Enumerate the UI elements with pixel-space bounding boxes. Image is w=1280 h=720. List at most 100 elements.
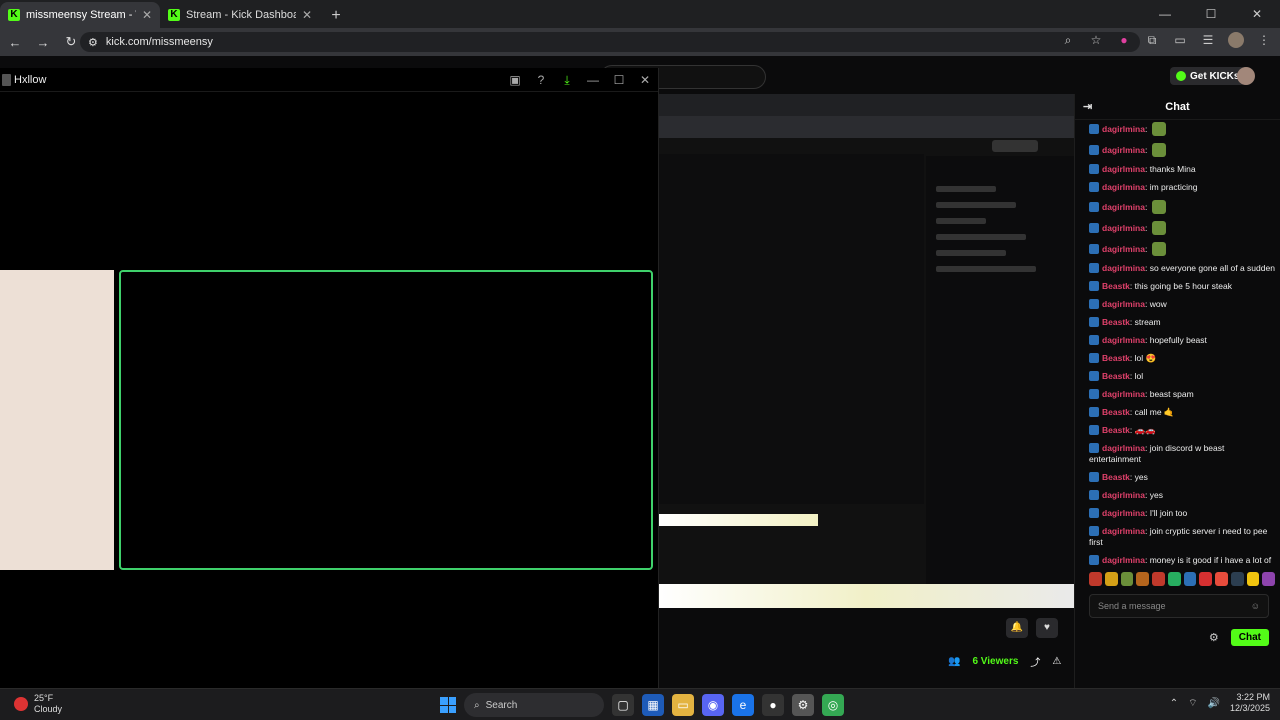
- download-icon[interactable]: ⤓: [554, 73, 580, 88]
- app-toolbar: ▣ ? ⤓ — ☐ ✕: [502, 68, 658, 92]
- chat-message: dagirlmina:: [1089, 122, 1275, 136]
- taskbar-search[interactable]: ⌕ Search: [464, 693, 604, 717]
- new-tab-button[interactable]: +: [324, 4, 348, 28]
- nested-chat-line: [936, 250, 1006, 256]
- emote-icon[interactable]: [1120, 572, 1134, 586]
- chat-username[interactable]: dagirlmina: [1102, 526, 1145, 536]
- chat-username[interactable]: dagirlmina: [1102, 263, 1145, 273]
- chat-username[interactable]: Beastk: [1102, 425, 1130, 435]
- speaker-icon[interactable]: 🔊: [1208, 698, 1220, 709]
- chat-username[interactable]: dagirlmina: [1102, 555, 1145, 565]
- obs-icon[interactable]: ●: [762, 694, 784, 716]
- chat-username[interactable]: dagirlmina: [1102, 202, 1145, 212]
- close-icon[interactable]: ✕: [632, 73, 658, 87]
- chat-username[interactable]: Beastk: [1102, 371, 1130, 381]
- share-icon[interactable]: ⤴: [1030, 654, 1040, 669]
- windows-start-icon[interactable]: [440, 697, 456, 713]
- menu-lines-icon[interactable]: ☰: [1200, 33, 1216, 47]
- chat-username[interactable]: dagirlmina: [1102, 244, 1145, 254]
- edge-icon[interactable]: e: [732, 694, 754, 716]
- forward-icon[interactable]: →: [36, 35, 50, 50]
- heart-icon[interactable]: ♥: [1036, 618, 1058, 638]
- chat-username[interactable]: Beastk: [1102, 281, 1130, 291]
- clock[interactable]: 3:22 PM 12/3/2025: [1230, 692, 1270, 714]
- inbox-icon[interactable]: ▣: [502, 73, 528, 87]
- zoom-icon[interactable]: ⌕: [1060, 33, 1076, 48]
- profile-avatar[interactable]: [1228, 32, 1244, 48]
- chat-username[interactable]: dagirlmina: [1102, 124, 1145, 134]
- cast-icon[interactable]: ▭: [1172, 33, 1188, 47]
- capture-frame[interactable]: [119, 270, 653, 570]
- weather-widget[interactable]: 25°F Cloudy: [14, 693, 62, 715]
- chat-username[interactable]: dagirlmina: [1102, 145, 1145, 155]
- chat-username[interactable]: Beastk: [1102, 472, 1130, 482]
- chat-username[interactable]: Beastk: [1102, 407, 1130, 417]
- emote-icon[interactable]: [1152, 572, 1165, 586]
- tab-dashboard[interactable]: K Stream - Kick Dashboard ✕: [160, 2, 320, 28]
- discord-icon[interactable]: ◉: [702, 694, 724, 716]
- collapse-chat-icon[interactable]: ⇥: [1083, 100, 1092, 113]
- emote-icon[interactable]: [1167, 572, 1181, 586]
- nested-chat-line: [936, 202, 1016, 208]
- chat-input[interactable]: Send a message ☺: [1089, 594, 1269, 618]
- chat-username[interactable]: dagirlmina: [1102, 299, 1145, 309]
- chat-message: dagirlmina:: [1089, 143, 1275, 157]
- extensions-icon[interactable]: ⧉: [1144, 33, 1160, 48]
- chat-username[interactable]: dagirlmina: [1102, 490, 1145, 500]
- chat-username[interactable]: dagirlmina: [1102, 443, 1145, 453]
- chat-username[interactable]: dagirlmina: [1102, 508, 1145, 518]
- chat-username[interactable]: dagirlmina: [1102, 223, 1145, 233]
- chat-username[interactable]: dagirlmina: [1102, 335, 1145, 345]
- maximize-icon[interactable]: ☐: [1188, 0, 1234, 28]
- badge-icon: [1089, 182, 1099, 192]
- bookmark-star-icon[interactable]: ☆: [1088, 33, 1104, 47]
- send-chat-button[interactable]: Chat: [1230, 628, 1269, 646]
- settings-icon[interactable]: ⚙: [792, 694, 814, 716]
- badge-icon: [1089, 490, 1099, 500]
- user-avatar[interactable]: [1237, 67, 1255, 85]
- address-bar[interactable]: ⚙ kick.com/missmeensy: [80, 32, 1140, 52]
- chat-username[interactable]: dagirlmina: [1102, 389, 1145, 399]
- emote-icon[interactable]: [1230, 572, 1244, 586]
- emote-icon[interactable]: [1262, 572, 1275, 586]
- chevron-up-icon[interactable]: ⌃: [1170, 698, 1178, 709]
- badge-icon: [1089, 145, 1099, 155]
- gear-icon[interactable]: ⚙: [1209, 631, 1219, 644]
- emote-icon[interactable]: [1199, 572, 1212, 586]
- emote-icon[interactable]: [1183, 572, 1197, 586]
- emote-icon[interactable]: [1246, 572, 1260, 586]
- emote-icon[interactable]: [1136, 572, 1149, 586]
- close-icon[interactable]: ✕: [302, 8, 312, 22]
- close-icon[interactable]: ✕: [142, 8, 152, 22]
- get-kicks-button[interactable]: Get KICKs: [1170, 67, 1246, 85]
- file-explorer-icon[interactable]: ▭: [672, 694, 694, 716]
- chat-text: I'll join too: [1149, 508, 1188, 518]
- store-icon[interactable]: ▦: [642, 694, 664, 716]
- extension-icon[interactable]: ●: [1116, 33, 1132, 47]
- site-info-icon[interactable]: ⚙: [88, 36, 98, 49]
- report-icon[interactable]: ⚠: [1052, 656, 1061, 667]
- reload-icon[interactable]: ↻: [64, 34, 78, 50]
- emote-icon[interactable]: [1089, 572, 1102, 586]
- close-icon[interactable]: ✕: [1234, 0, 1280, 28]
- minimize-icon[interactable]: —: [1142, 0, 1188, 28]
- stream-video[interactable]: [658, 94, 1074, 608]
- back-icon[interactable]: ←: [8, 35, 22, 50]
- notification-bell-icon[interactable]: 🔔: [1006, 618, 1028, 638]
- emoji-icon[interactable]: ☺: [1251, 601, 1260, 611]
- maximize-icon[interactable]: ☐: [606, 73, 632, 87]
- tab-missmeensy[interactable]: K missmeensy Stream - Watch Li ✕: [0, 2, 160, 28]
- chat-username[interactable]: Beastk: [1102, 317, 1130, 327]
- chrome-icon[interactable]: ◎: [822, 694, 844, 716]
- emote-icon[interactable]: [1104, 572, 1118, 586]
- more-icon[interactable]: ⋮: [1256, 33, 1272, 47]
- help-icon[interactable]: ?: [528, 73, 554, 87]
- chat-username[interactable]: dagirlmina: [1102, 164, 1145, 174]
- chat-username[interactable]: Beastk: [1102, 353, 1130, 363]
- chat-message: dagirlmina: wow: [1089, 299, 1275, 310]
- emote-icon[interactable]: [1215, 572, 1228, 586]
- minimize-icon[interactable]: —: [580, 73, 606, 87]
- chat-username[interactable]: dagirlmina: [1102, 182, 1145, 192]
- task-view-icon[interactable]: ▢: [612, 694, 634, 716]
- network-icon[interactable]: ⌔: [1188, 697, 1197, 710]
